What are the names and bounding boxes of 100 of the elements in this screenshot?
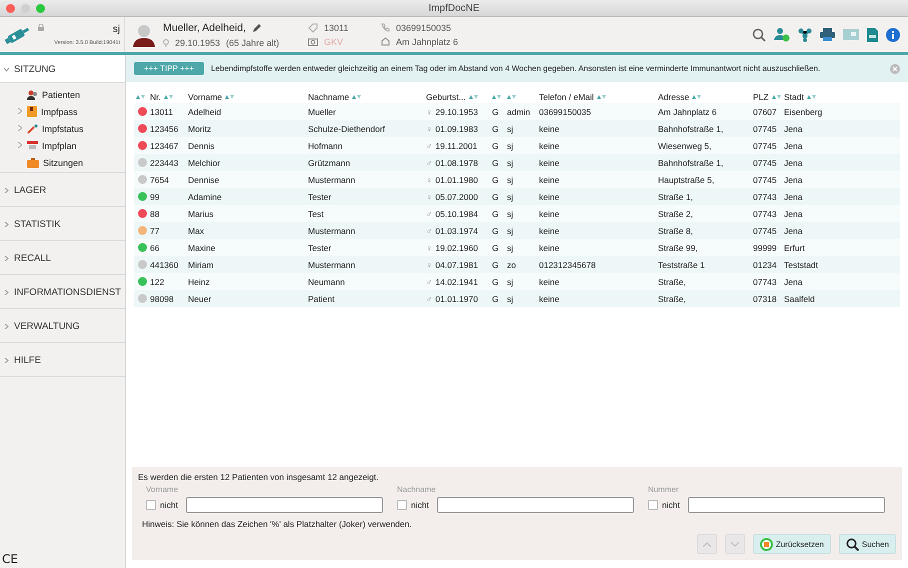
table-cell-text: 07318: [752, 294, 778, 304]
table-cell-text: 07743: [752, 192, 778, 202]
sort-icon[interactable]: [492, 94, 501, 100]
sort-icon[interactable]: [806, 94, 816, 100]
expand-icon[interactable]: [4, 256, 9, 261]
expand-icon[interactable]: [4, 290, 9, 295]
table-cell-text: Teststraße 1: [657, 260, 706, 270]
nav-section[interactable]: INFORMATIONSDIENST: [0, 275, 125, 309]
column-header[interactable]: Nachname: [308, 92, 350, 102]
table-cell: 01.08.1978: [435, 158, 478, 168]
nav-item[interactable]: Impfplan: [42, 140, 77, 150]
tag-icon: [308, 22, 318, 32]
expand-icon[interactable]: [4, 358, 9, 363]
nav-section[interactable]: HILFE: [0, 343, 125, 377]
nav-section[interactable]: RECALL: [0, 241, 125, 275]
table-cell-text: Jena: [783, 140, 804, 150]
sort-icon[interactable]: [468, 94, 478, 100]
nav-section[interactable]: STATISTIK: [0, 207, 125, 241]
table-cell-text: 122: [149, 276, 166, 286]
table-cell-text: G: [491, 158, 500, 168]
expand-icon[interactable]: [18, 108, 22, 114]
table-cell-text: G: [491, 124, 500, 134]
sort-icon[interactable]: [596, 94, 606, 100]
search-icon[interactable]: [752, 28, 766, 42]
ce-mark: CE: [1, 552, 19, 568]
info-icon[interactable]: [886, 28, 900, 42]
column-header[interactable]: Adresse: [658, 92, 690, 102]
close-icon[interactable]: [6, 4, 15, 12]
card-icon[interactable]: [843, 29, 859, 40]
checkbox[interactable]: [146, 500, 156, 510]
table-cell-text: Bahnhofstraße 1,: [657, 158, 724, 168]
table-cell-text: 07745: [752, 140, 778, 150]
expand-icon[interactable]: [18, 142, 22, 148]
network-icon[interactable]: [798, 28, 812, 42]
table-cell-text: Adelheid: [187, 106, 222, 116]
printer-icon[interactable]: [820, 28, 835, 41]
table-cell-text: Wiesenweg 5,: [657, 140, 712, 150]
close-icon[interactable]: [890, 64, 900, 74]
input-field[interactable]: [436, 497, 634, 513]
expand-icon[interactable]: [4, 188, 9, 193]
table-cell-text: Bahnhofstraße 1,: [657, 124, 724, 134]
expand-icon[interactable]: [18, 124, 22, 130]
table-cell-text: Straße 2,: [657, 208, 694, 218]
nav-item[interactable]: Impfpass: [41, 106, 78, 116]
reset-button[interactable]: Zurücksetzen: [752, 534, 831, 554]
checkbox[interactable]: [396, 500, 407, 510]
table-cell-text: Jena: [783, 192, 804, 202]
gender-icon: ♂: [426, 276, 432, 286]
gender-icon: ♀: [426, 106, 432, 116]
table-cell-text: Mustermann: [307, 260, 356, 270]
document-icon[interactable]: [867, 28, 878, 42]
nav-item[interactable]: Sitzungen: [43, 158, 84, 168]
result-info: Es werden die ersten 12 Patienten von insgesamt 12 angezeigt.: [138, 472, 380, 482]
column-header[interactable]: Vorname: [188, 92, 222, 102]
sort-icon[interactable]: [136, 94, 145, 100]
table-cell-text: 88: [149, 208, 160, 218]
column-header[interactable]: Stadt: [784, 92, 804, 102]
sort-icon[interactable]: [164, 94, 173, 100]
input-field[interactable]: [688, 497, 885, 513]
gender-icon: ♂: [426, 140, 432, 150]
table-cell-text: Am Jahnplatz 6: [657, 106, 718, 116]
column-header[interactable]: PLZ: [753, 92, 769, 102]
maximize-icon[interactable]: [36, 4, 45, 12]
expand-icon[interactable]: [4, 222, 9, 227]
sort-icon[interactable]: [772, 94, 781, 100]
table-cell-text: 99: [149, 192, 160, 202]
table-cell-text: Hauptstraße 5,: [657, 174, 716, 184]
table-cell-text: 99999: [752, 242, 778, 252]
nav-section[interactable]: VERWALTUNG: [0, 309, 125, 343]
sort-icon[interactable]: [225, 94, 234, 100]
input-field[interactable]: [186, 497, 383, 513]
table-cell-text: 07745: [752, 174, 778, 184]
sort-icon[interactable]: [352, 94, 362, 100]
search-button[interactable]: Suchen: [838, 534, 896, 554]
nav-item[interactable]: Patienten: [42, 90, 80, 100]
column-header[interactable]: Geburtst...: [426, 92, 466, 102]
table-cell-text: Hofmann: [307, 140, 344, 150]
patient-number: 13011: [324, 22, 348, 32]
calendar-icon: [27, 140, 38, 150]
table-cell-text: 7654: [149, 174, 170, 184]
collapse-icon[interactable]: [4, 67, 9, 72]
birth-date: 29.10.1953: [175, 38, 220, 48]
table-cell-text: keine: [538, 276, 560, 286]
column-header[interactable]: Telefon / eMail: [539, 92, 594, 102]
checkbox-label: nicht: [160, 500, 178, 510]
table-cell-text: G: [491, 276, 500, 286]
add-person-icon[interactable]: [774, 27, 790, 42]
insurance-type: GKV: [324, 36, 344, 46]
column-header[interactable]: Nr.: [150, 92, 161, 102]
sort-icon[interactable]: [692, 94, 702, 100]
pencil-icon[interactable]: [252, 22, 262, 32]
nav-section[interactable]: SITZUNG: [0, 55, 125, 83]
nav-item[interactable]: Impfstatus: [42, 124, 84, 134]
hint-text: Hinweis: Sie können das Zeichen '%' als Platzhalter (Joker) verwenden.: [141, 519, 413, 529]
expand-icon[interactable]: [4, 324, 9, 329]
table-cell-text: 07743: [752, 276, 778, 286]
checkbox[interactable]: [648, 500, 658, 510]
nav-section[interactable]: LAGER: [0, 173, 125, 207]
sort-icon[interactable]: [507, 94, 516, 100]
table-cell-text: admin: [506, 106, 532, 116]
